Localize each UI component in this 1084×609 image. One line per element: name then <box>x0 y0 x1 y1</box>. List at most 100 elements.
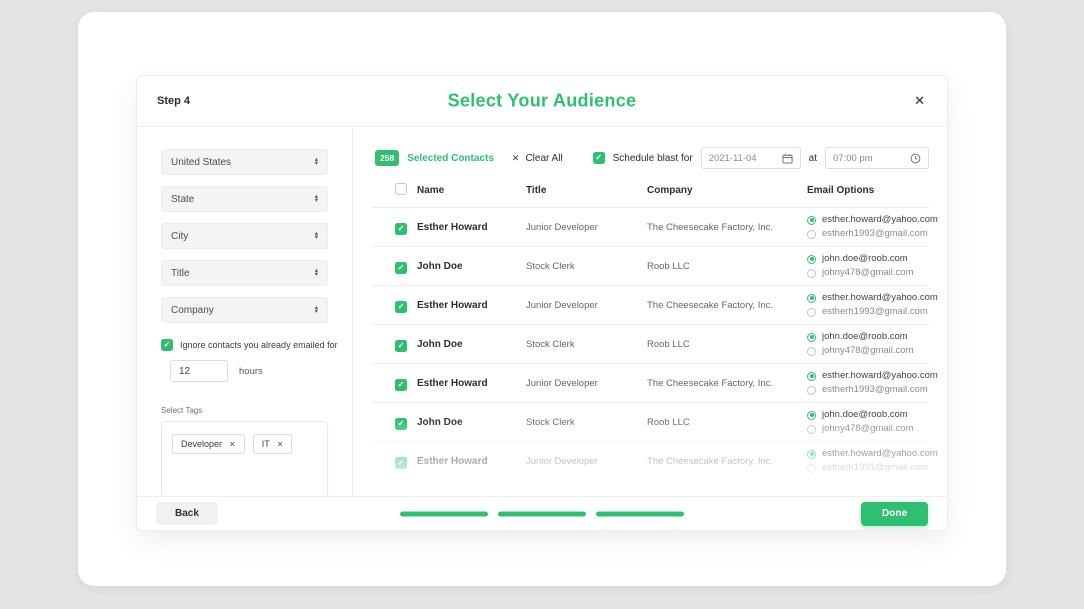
email-address: esther.howard@yahoo.com <box>822 370 938 381</box>
contact-title: Junior Developer <box>526 221 598 233</box>
row-checkbox[interactable]: ✓ <box>395 457 407 469</box>
back-button[interactable]: Back <box>156 502 218 525</box>
select-tags-label: Select Tags <box>161 406 203 415</box>
radio-icon <box>807 254 816 264</box>
email-address: estherh1993@gmail.com <box>822 228 928 239</box>
row-checkbox[interactable]: ✓ <box>395 262 407 274</box>
contact-title: Junior Developer <box>526 377 598 389</box>
row-checkbox[interactable]: ✓ <box>395 223 407 235</box>
table-row: ✓ John Doe Stock Clerk Roob LLC john.doe… <box>371 247 929 286</box>
contacts-table: ✓ Esther Howard Junior Developer The Che… <box>371 208 938 496</box>
email-option[interactable]: esther.howard@yahoo.com <box>807 448 938 460</box>
modal-header: Step 4 Select Your Audience ✕ <box>137 76 947 127</box>
email-option[interactable]: estherh1993@gmail.com <box>807 384 938 396</box>
email-option[interactable]: esther.howard@yahoo.com <box>807 214 938 226</box>
email-option[interactable]: estherh1993@gmail.com <box>807 462 938 474</box>
email-address: john.doe@roob.com <box>822 487 908 496</box>
app-window: Step 4 Select Your Audience ✕ United Sta… <box>78 12 1006 586</box>
table-header-row: Name Title Company Email Options <box>371 174 929 208</box>
contact-company: The Cheesecake Factory, Inc. <box>647 377 774 389</box>
email-option[interactable]: johny478@gmail.com <box>807 267 929 279</box>
tag-label: IT <box>261 439 270 449</box>
hours-input[interactable] <box>170 360 228 382</box>
date-input[interactable]: 2021-11-04 <box>700 147 801 169</box>
table-row: ✓ John Doe Stock Clerk Roob LLC john.doe… <box>371 325 929 364</box>
tag-remove-icon[interactable]: ✕ <box>229 440 236 449</box>
filter-select[interactable]: City ▴ ▾ <box>161 223 328 249</box>
clear-all-button[interactable]: ✕ Clear All <box>512 153 563 164</box>
contact-name: Esther Howard <box>417 299 488 311</box>
radio-icon <box>807 488 816 496</box>
email-option[interactable]: esther.howard@yahoo.com <box>807 370 938 382</box>
radio-icon <box>807 371 816 381</box>
selection-summary: 258 Selected Contacts ✕ Clear All <box>371 150 563 166</box>
email-option[interactable]: estherh1993@gmail.com <box>807 306 938 318</box>
filter-select[interactable]: Title ▴ ▾ <box>161 260 328 286</box>
row-checkbox[interactable]: ✓ <box>395 301 407 313</box>
email-option[interactable]: johny478@gmail.com <box>807 423 929 435</box>
email-address: johny478@gmail.com <box>822 345 914 356</box>
select-stepper-icon: ▴ ▾ <box>314 229 318 241</box>
email-address: estherh1993@gmail.com <box>822 306 928 317</box>
selected-count-badge: 258 <box>375 150 400 166</box>
email-option[interactable]: john.doe@roob.com <box>807 487 929 496</box>
radio-icon <box>807 449 816 459</box>
contact-title: Stock Clerk <box>526 338 575 350</box>
progress-bar <box>400 511 488 516</box>
contact-name: John Doe <box>417 416 463 428</box>
done-button[interactable]: Done <box>861 501 928 526</box>
tag-chip[interactable]: IT ✕ <box>252 434 293 454</box>
radio-icon <box>807 307 816 317</box>
row-checkbox[interactable]: ✓ <box>395 379 407 391</box>
tag-chip[interactable]: Developer ✕ <box>172 434 245 454</box>
email-option[interactable]: john.doe@roob.com <box>807 331 929 343</box>
filter-select[interactable]: State ▴ ▾ <box>161 186 328 212</box>
email-address: estherh1993@gmail.com <box>822 462 928 473</box>
email-option[interactable]: johny478@gmail.com <box>807 345 929 357</box>
selected-contacts-label: Selected Contacts <box>407 152 494 164</box>
email-option[interactable]: esther.howard@yahoo.com <box>807 292 938 304</box>
contact-company: Roob LLC <box>647 338 690 350</box>
page-title: Select Your Audience <box>447 90 637 111</box>
table-row: ✓ Esther Howard Junior Developer The Che… <box>371 286 938 325</box>
schedule-controls: ✓ Schedule blast for 2021-11-04 at 07:00… <box>592 147 929 169</box>
radio-icon <box>807 346 816 356</box>
contact-title: Stock Clerk <box>526 416 575 428</box>
contact-company: Roob LLC <box>647 260 690 272</box>
email-option[interactable]: john.doe@roob.com <box>807 253 929 265</box>
select-all-checkbox[interactable] <box>395 183 407 195</box>
schedule-checkbox[interactable]: ✓ <box>592 152 605 164</box>
contact-company: Roob LLC <box>647 416 690 428</box>
email-address: john.doe@roob.com <box>822 253 908 264</box>
email-option[interactable]: john.doe@roob.com <box>807 409 929 421</box>
radio-icon <box>807 268 816 278</box>
ignore-checkbox[interactable]: ✓ <box>161 339 173 351</box>
modal-body: United States ▴ ▾ State ▴ ▾ City ▴ ▾ Tit… <box>137 127 947 496</box>
select-value: Title <box>171 267 190 279</box>
contact-company: The Cheesecake Factory, Inc. <box>647 221 774 233</box>
filter-select[interactable]: Company ▴ ▾ <box>161 297 328 323</box>
contact-name: Esther Howard <box>417 377 488 389</box>
email-address: john.doe@roob.com <box>822 409 908 420</box>
modal-footer: Back Done <box>137 496 947 530</box>
select-stepper-icon: ▴ ▾ <box>314 303 318 315</box>
tags-box: Developer ✕ IT ✕ <box>161 421 328 496</box>
hours-unit-label: hours <box>239 365 263 377</box>
radio-icon <box>807 463 816 473</box>
close-icon[interactable]: ✕ <box>914 93 925 109</box>
radio-icon <box>807 424 816 434</box>
contact-title: Stock Clerk <box>526 260 575 272</box>
email-address: john.doe@roob.com <box>822 331 908 342</box>
row-checkbox[interactable]: ✓ <box>395 418 407 430</box>
time-input[interactable]: 07:00 pm <box>825 147 929 169</box>
clear-all-icon: ✕ <box>511 152 520 163</box>
email-option[interactable]: estherh1993@gmail.com <box>807 228 938 240</box>
filters-panel: United States ▴ ▾ State ▴ ▾ City ▴ ▾ Tit… <box>137 127 353 496</box>
select-value: State <box>171 193 195 205</box>
ignore-emailed-row: ✓ Ignore contacts you already emailed fo… <box>161 339 338 351</box>
radio-icon <box>807 293 816 303</box>
filter-select[interactable]: United States ▴ ▾ <box>161 149 328 175</box>
row-checkbox[interactable]: ✓ <box>395 340 407 352</box>
tag-remove-icon[interactable]: ✕ <box>277 440 284 449</box>
contact-title: Junior Developer <box>526 455 598 467</box>
